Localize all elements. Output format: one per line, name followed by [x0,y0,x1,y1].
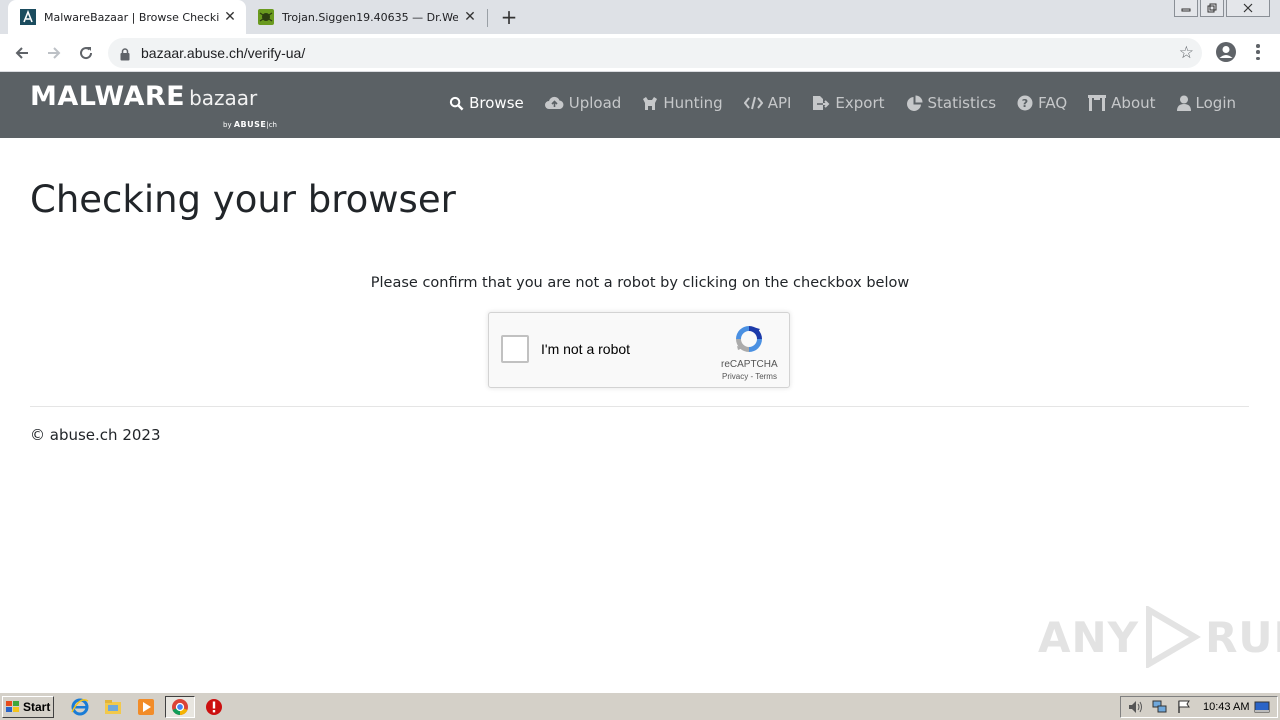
main-nav: Browse Upload Hunting API Export Statist… [428,94,1236,112]
search-icon [449,96,464,111]
play-triangle-icon [1146,606,1202,668]
tab-drweb[interactable]: Trojan.Siggen19.40635 — Dr.Web M ✕ [246,0,486,34]
footer-copyright: © abuse.ch 2023 [30,426,161,444]
question-circle-icon: ? [1017,95,1033,111]
nav-hunting[interactable]: Hunting [642,94,723,112]
close-window-button[interactable] [1226,0,1270,17]
footer-divider [30,406,1249,407]
code-icon [743,96,763,110]
bazaar-logo-icon [20,9,36,25]
brand-byline: by ABUSE|ch [223,120,277,129]
brand-sub: bazaar [189,86,258,110]
windows-taskbar: Start 10:43 AM [0,692,1280,720]
recaptcha-privacy-terms[interactable]: Privacy - Terms [722,372,777,381]
arrow-left-icon [15,47,28,59]
recaptcha-logo-icon [733,323,765,359]
building-icon [1088,95,1107,111]
brand-main: MALWARE [30,81,186,112]
nav-statistics[interactable]: Statistics [906,94,996,112]
nav-faq[interactable]: ? FAQ [1017,94,1067,112]
network-icon[interactable] [1151,699,1169,715]
pie-chart-icon [906,95,923,112]
bookmark-star-icon[interactable]: ☆ [1179,43,1194,63]
arrow-right-icon [48,47,61,59]
user-icon [1176,95,1191,111]
nav-upload[interactable]: Upload [544,94,621,112]
svg-text:?: ? [1022,97,1028,110]
nav-browse[interactable]: Browse [449,94,524,112]
anyrun-watermark: ANY RUN [1038,606,1280,668]
system-tray: 10:43 AM [1120,696,1278,718]
windows-logo-icon [6,701,19,712]
profile-avatar-icon[interactable] [1214,40,1238,64]
tab-malwarebazaar[interactable]: MalwareBazaar | Browse Checking y ✕ [8,0,246,34]
hunting-icon [642,96,658,111]
nav-export[interactable]: Export [812,94,885,112]
chrome-taskbar-icon[interactable] [165,696,195,718]
recaptcha-checkbox[interactable] [501,335,529,363]
volume-icon[interactable] [1127,699,1145,715]
reload-icon [80,47,93,60]
nav-about[interactable]: About [1088,94,1156,112]
nav-login[interactable]: Login [1176,94,1236,112]
confirm-instruction: Please confirm that you are not a robot … [370,275,910,291]
file-explorer-icon[interactable] [103,697,123,717]
cloud-upload-icon [544,96,564,110]
tab-title: MalwareBazaar | Browse Checking y [44,10,220,24]
page-title: Checking your browser [30,178,456,221]
site-logo[interactable]: MALWARE bazaar by ABUSE|ch [30,81,277,129]
browser-toolbar: bazaar.abuse.ch/verify-ua/ ☆ [0,34,1280,72]
recaptcha-label: I'm not a robot [541,341,631,357]
stop-sign-icon[interactable] [204,697,224,717]
lock-icon [120,46,130,65]
close-tab-icon[interactable]: ✕ [462,9,478,25]
close-tab-icon[interactable]: ✕ [222,9,238,25]
media-player-icon[interactable] [136,697,156,717]
new-tab-button[interactable]: + [498,6,520,28]
window-controls [1172,0,1270,17]
minimize-button[interactable] [1174,0,1198,17]
taskbar-clock[interactable]: 10:43 AM [1203,701,1249,713]
recaptcha-widget: I'm not a robot reCAPTCHA Privacy - Term… [488,312,790,388]
internet-explorer-icon[interactable] [70,697,90,717]
recaptcha-brand: reCAPTCHA [721,359,778,370]
site-navbar: MALWARE bazaar by ABUSE|ch Browse Upload … [0,72,1280,138]
action-center-flag-icon[interactable] [1175,699,1193,715]
export-file-icon [812,95,830,111]
restore-button[interactable] [1200,0,1224,17]
forward-button[interactable] [42,41,66,65]
tab-separator [487,9,488,27]
show-desktop-icon[interactable] [1253,699,1271,715]
tab-title: Trojan.Siggen19.40635 — Dr.Web M [282,10,458,24]
browser-menu-icon[interactable] [1250,42,1266,62]
nav-api[interactable]: API [743,94,791,112]
reload-button[interactable] [74,41,98,65]
address-bar[interactable]: bazaar.abuse.ch/verify-ua/ ☆ [108,38,1202,68]
start-button[interactable]: Start [2,696,54,718]
url-text: bazaar.abuse.ch/verify-ua/ [141,45,306,61]
browser-tab-strip: MalwareBazaar | Browse Checking y ✕ Troj… [0,0,1280,34]
back-button[interactable] [10,41,34,65]
drweb-spider-icon [258,9,274,25]
